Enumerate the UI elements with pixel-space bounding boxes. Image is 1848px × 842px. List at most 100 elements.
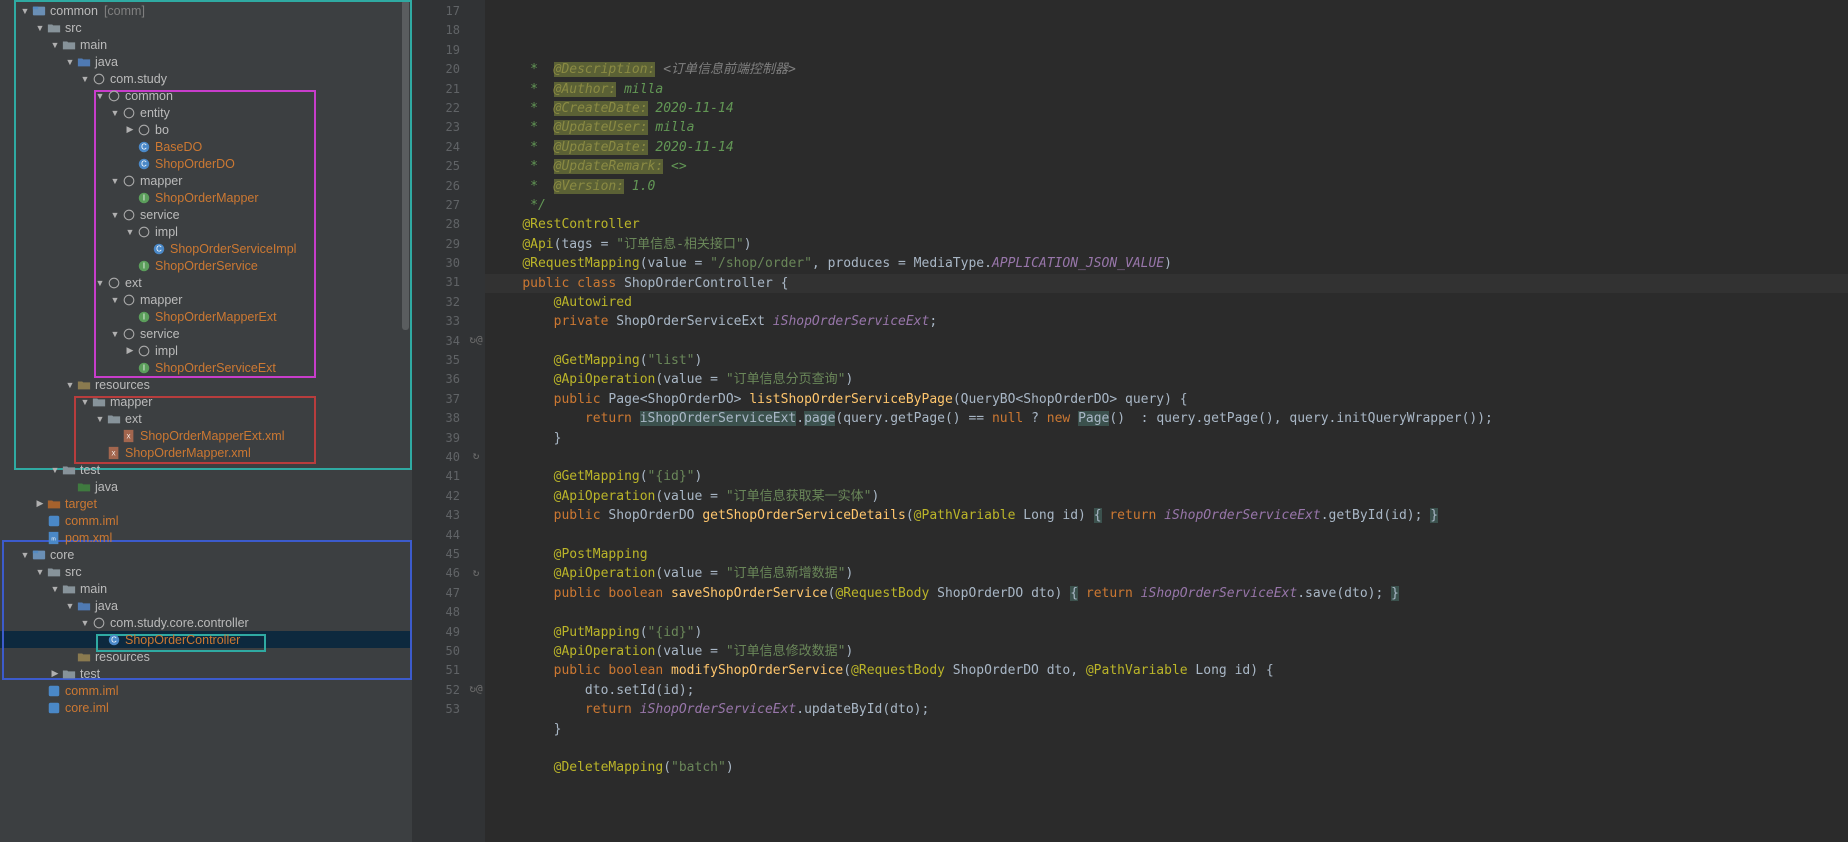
code-line[interactable]: return iShopOrderServiceExt.updateById(d… — [491, 700, 1848, 719]
gutter-mark[interactable] — [467, 310, 485, 329]
gutter-mark[interactable] — [467, 155, 485, 174]
gutter-mark[interactable] — [467, 621, 485, 640]
code-line[interactable]: * @UpdateUser: milla — [491, 118, 1848, 137]
code-line[interactable]: @RestController — [491, 215, 1848, 234]
tree-item[interactable]: ▶bo — [0, 121, 412, 138]
chevron-down-icon[interactable]: ▼ — [19, 6, 31, 16]
code-line[interactable]: @GetMapping("list") — [491, 351, 1848, 370]
line-number[interactable]: 18 — [412, 21, 460, 40]
tree-item[interactable]: CShopOrderServiceImpl — [0, 240, 412, 257]
chevron-down-icon[interactable]: ▼ — [94, 278, 106, 288]
line-number[interactable]: 29 — [412, 235, 460, 254]
tree-item[interactable]: ▼java — [0, 53, 412, 70]
chevron-right-icon[interactable]: ▶ — [49, 668, 61, 679]
gutter-mark[interactable] — [467, 97, 485, 116]
code-line[interactable]: @ApiOperation(value = "订单信息修改数据") — [491, 642, 1848, 661]
line-number[interactable]: 32 — [412, 293, 460, 312]
line-number[interactable]: 43 — [412, 506, 460, 525]
tree-item[interactable]: ▼common[comm] — [0, 2, 412, 19]
tree-item[interactable]: CShopOrderDO — [0, 155, 412, 172]
gutter-mark[interactable] — [467, 543, 485, 562]
line-number[interactable]: 34 — [412, 332, 460, 351]
code-line[interactable]: public class ShopOrderController { — [491, 274, 1848, 293]
code-line[interactable]: @PostMapping — [491, 545, 1848, 564]
line-number[interactable]: 35 — [412, 351, 460, 370]
gutter-mark[interactable] — [467, 19, 485, 38]
line-number[interactable]: 49 — [412, 623, 460, 642]
line-number[interactable]: 47 — [412, 584, 460, 603]
code-line[interactable]: public boolean modifyShopOrderService(@R… — [491, 661, 1848, 680]
gutter-mark[interactable] — [467, 271, 485, 290]
gutter-mark[interactable] — [467, 659, 485, 678]
chevron-right-icon[interactable]: ▶ — [124, 345, 136, 356]
tree-item[interactable]: ▼resources — [0, 376, 412, 393]
tree-item[interactable]: CBaseDO — [0, 138, 412, 155]
gutter-mark[interactable] — [467, 0, 485, 19]
line-number[interactable]: 20 — [412, 60, 460, 79]
tree-item[interactable]: ▼entity — [0, 104, 412, 121]
gutter-mark[interactable] — [467, 252, 485, 271]
line-number[interactable]: 41 — [412, 467, 460, 486]
tree-item[interactable]: ▼main — [0, 580, 412, 597]
code-line[interactable]: * @Version: 1.0 — [491, 177, 1848, 196]
code-line[interactable]: } — [491, 720, 1848, 739]
code-line[interactable]: private ShopOrderServiceExt iShopOrderSe… — [491, 312, 1848, 331]
gutter-marks[interactable]: ↻@↻↻↻@ — [467, 0, 485, 842]
chevron-down-icon[interactable]: ▼ — [124, 227, 136, 237]
chevron-down-icon[interactable]: ▼ — [94, 414, 106, 424]
gutter-mark[interactable] — [467, 78, 485, 97]
code-line[interactable] — [491, 526, 1848, 545]
tree-item[interactable]: core.iml — [0, 699, 412, 716]
tree-item[interactable]: ▶target — [0, 495, 412, 512]
line-number[interactable]: 44 — [412, 526, 460, 545]
code-line[interactable]: * @Description: <订单信息前端控制器> — [491, 60, 1848, 79]
gutter-mark[interactable] — [467, 698, 485, 717]
gutter-mark[interactable]: ↻ — [467, 562, 485, 581]
code-line[interactable]: * @UpdateDate: 2020-11-14 — [491, 138, 1848, 157]
line-number-gutter[interactable]: 1718192021222324252627282930313233343536… — [412, 0, 467, 842]
line-number[interactable]: 50 — [412, 642, 460, 661]
gutter-mark[interactable] — [467, 465, 485, 484]
line-number[interactable]: 39 — [412, 429, 460, 448]
line-number[interactable]: 53 — [412, 700, 460, 719]
line-number[interactable]: 17 — [412, 2, 460, 21]
code-line[interactable] — [491, 603, 1848, 622]
tree-item[interactable]: ▼mapper — [0, 172, 412, 189]
tree-item[interactable]: comm.iml — [0, 682, 412, 699]
gutter-mark[interactable]: ↻@ — [467, 330, 485, 349]
gutter-mark[interactable] — [467, 116, 485, 135]
tree-item[interactable]: comm.iml — [0, 512, 412, 529]
tree-item[interactable]: IShopOrderMapperExt — [0, 308, 412, 325]
chevron-down-icon[interactable]: ▼ — [64, 380, 76, 390]
gutter-mark[interactable] — [467, 194, 485, 213]
tree-item[interactable]: ▼mapper — [0, 291, 412, 308]
tree-item[interactable]: resources — [0, 648, 412, 665]
chevron-down-icon[interactable]: ▼ — [64, 601, 76, 611]
chevron-down-icon[interactable]: ▼ — [49, 584, 61, 594]
code-line[interactable]: public ShopOrderDO getShopOrderServiceDe… — [491, 506, 1848, 525]
line-number[interactable]: 21 — [412, 80, 460, 99]
code-editor[interactable]: 1718192021222324252627282930313233343536… — [412, 0, 1848, 842]
chevron-down-icon[interactable]: ▼ — [49, 465, 61, 475]
chevron-down-icon[interactable]: ▼ — [64, 57, 76, 67]
chevron-down-icon[interactable]: ▼ — [34, 567, 46, 577]
tree-item[interactable]: ▼com.study — [0, 70, 412, 87]
tree-item[interactable]: ▼impl — [0, 223, 412, 240]
chevron-down-icon[interactable]: ▼ — [79, 74, 91, 84]
gutter-mark[interactable] — [467, 291, 485, 310]
chevron-right-icon[interactable]: ▶ — [124, 124, 136, 135]
code-line[interactable]: @RequestMapping(value = "/shop/order", p… — [491, 254, 1848, 273]
line-number[interactable]: 31 — [412, 273, 460, 292]
tree-item[interactable]: ▼java — [0, 597, 412, 614]
gutter-mark[interactable] — [467, 58, 485, 77]
tree-item[interactable]: ▼src — [0, 19, 412, 36]
line-number[interactable]: 25 — [412, 157, 460, 176]
code-line[interactable]: } — [491, 429, 1848, 448]
tree-item[interactable]: ▼main — [0, 36, 412, 53]
code-line[interactable]: @GetMapping("{id}") — [491, 467, 1848, 486]
code-line[interactable]: * @Author: milla — [491, 80, 1848, 99]
tree-item[interactable]: ▶impl — [0, 342, 412, 359]
code-line[interactable]: @ApiOperation(value = "订单信息分页查询") — [491, 370, 1848, 389]
tree-item[interactable]: CShopOrderController — [0, 631, 412, 648]
line-number[interactable]: 45 — [412, 545, 460, 564]
